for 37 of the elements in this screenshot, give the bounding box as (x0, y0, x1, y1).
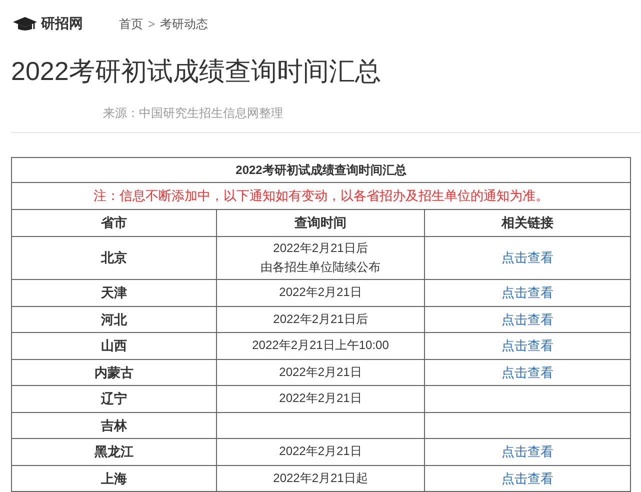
table-cell: 吉林 (12, 412, 216, 438)
table-cell: 河北 (12, 306, 216, 332)
view-link[interactable]: 点击查看 (502, 338, 554, 353)
column-header: 相关链接 (424, 210, 630, 236)
table-caption: 2022考研初试成绩查询时间汇总 (12, 158, 630, 182)
column-header: 查询时间 (216, 210, 424, 236)
table-cell-text: 2022年2月21日起 (272, 470, 369, 487)
table-cell: 上海 (12, 465, 216, 492)
breadcrumb-link[interactable]: 考研动态 (160, 15, 208, 33)
table-cell: 内蒙古 (12, 359, 216, 386)
view-link[interactable]: 点击查看 (502, 444, 554, 459)
graduation-cap-icon (13, 17, 37, 31)
breadcrumb-link[interactable]: 首页 (119, 15, 143, 33)
source-text: 来源：中国研究生招生信息网整理 (102, 105, 284, 122)
breadcrumb-separator: > (148, 16, 156, 33)
table-cell: 山西 (12, 332, 216, 359)
article-title: 2022考研初试成绩查询时间汇总 (10, 55, 382, 88)
table-cell-text: 2022年2月21日上午10:00 (251, 337, 390, 354)
table-cell-text: 2022年2月21日后 (272, 240, 369, 257)
table-cell-text: 2022年2月21日 (278, 364, 363, 381)
view-link[interactable]: 点击查看 (502, 312, 554, 326)
table-note: 注：信息不断添加中，以下通知如有变动，以各省招办及招生单位的通知为准。 (12, 182, 630, 210)
column-header: 省市 (12, 210, 216, 236)
table-cell-text: 2022年2月21日 (278, 390, 363, 408)
view-link[interactable]: 点击查看 (502, 470, 554, 486)
table-cell-text: 2022年2月21日 (278, 443, 363, 460)
table-cell: 天津 (12, 280, 216, 306)
table-cell-text: 2022年2月21日后 (272, 310, 369, 328)
view-link[interactable]: 点击查看 (502, 250, 554, 266)
table-cell: 辽宁 (12, 386, 216, 412)
view-link[interactable]: 点击查看 (502, 364, 554, 380)
view-link[interactable]: 点击查看 (502, 285, 554, 300)
site-logo-text[interactable]: 研招网 (41, 14, 83, 34)
table-cell-text: 2022年2月21日 (278, 284, 363, 302)
table-cell-text: 由各招生单位陆续公布 (260, 259, 382, 276)
table-cell: 北京 (12, 236, 216, 280)
table-cell: 黑龙江 (12, 438, 216, 465)
